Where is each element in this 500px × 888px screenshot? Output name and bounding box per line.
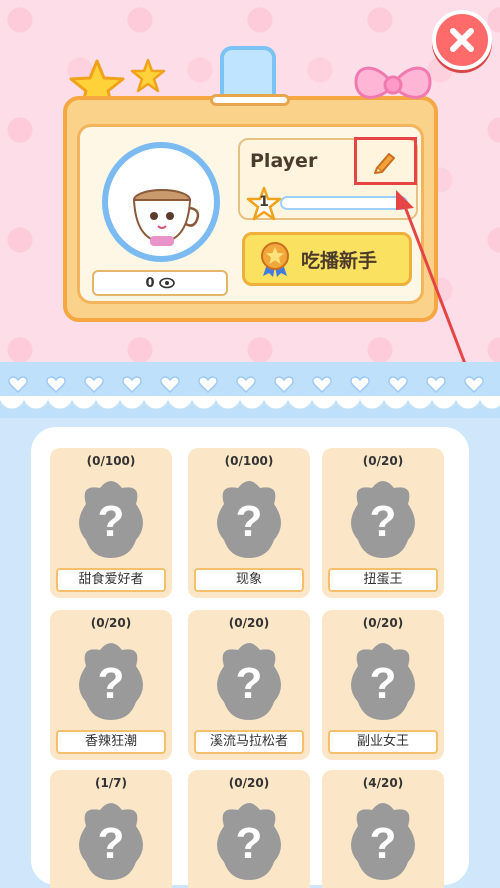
svg-text:?: ? [236,819,263,868]
achievement-progress: (0/20) [228,616,270,630]
achievement-card[interactable]: (4/20)? [322,770,444,888]
title-button[interactable]: 吃播新手 [242,232,412,286]
lace-heart [198,376,218,394]
svg-text:?: ? [98,497,125,546]
achievement-name: 香辣狂潮 [56,730,166,754]
lace-heart [46,376,66,394]
avatar [132,189,200,246]
lace-heart [160,376,180,394]
pink-bow-icon [354,66,432,99]
lace-heart [274,376,294,394]
achievement-card[interactable]: (0/100)? 现象 [188,448,310,598]
lace-heart [426,376,446,394]
achievement-card[interactable]: (0/20)? 扭蛋王 [322,448,444,598]
achievement-card[interactable]: (0/100)? 甜食爱好者 [50,448,172,598]
achievement-progress: (0/100) [86,454,136,468]
edit-name-button[interactable] [354,137,417,185]
lace-heart [464,376,484,394]
achievement-name: 甜食爱好者 [56,568,166,592]
pencil-icon [373,153,395,174]
locked-achievement-icon: ? [351,481,415,558]
lace-scallop [0,396,500,420]
achievement-progress: (0/100) [224,454,274,468]
lace-heart [122,376,142,394]
close-button[interactable] [432,10,492,70]
lace-heart [8,376,28,394]
achievement-progress: (0/20) [228,776,270,790]
achievement-progress: (0/20) [362,616,404,630]
locked-achievement-icon: ? [79,803,143,880]
svg-text:?: ? [370,659,397,708]
title-label: 吃播新手 [301,249,378,272]
lace-heart [236,376,256,394]
gold-star-small-icon [130,58,166,93]
achievement-progress: (0/20) [362,454,404,468]
locked-achievement-icon: ? [351,643,415,720]
lace-heart [388,376,408,394]
view-count-value: 0 [145,275,155,291]
eye-icon [158,277,175,289]
level-number: 1 [259,194,269,210]
achievement-name: 副业女王 [328,730,438,754]
locked-achievement-icon: ? [217,481,281,558]
card-clip-bar [210,94,290,106]
close-icon [450,28,474,52]
achievement-name: 溪流马拉松者 [194,730,304,754]
locked-achievement-icon: ? [217,803,281,880]
locked-achievement-icon: ? [79,643,143,720]
svg-text:?: ? [98,659,125,708]
achievement-card[interactable]: (1/7)? [50,770,172,888]
achievement-name: 现象 [194,568,304,592]
svg-text:?: ? [370,497,397,546]
player-name: Player [250,150,318,172]
locked-achievement-icon: ? [79,481,143,558]
locked-achievement-icon: ? [351,803,415,880]
achievement-progress: (1/7) [94,776,128,790]
achievement-card[interactable]: (0/20)? 香辣狂潮 [50,610,172,760]
achievement-card[interactable]: (0/20)? 副业女王 [322,610,444,760]
medal-icon [261,242,289,277]
achievement-card[interactable]: (0/20)? [188,770,310,888]
level-progress-bar [280,196,408,210]
achievement-card[interactable]: (0/20)? 溪流马拉松者 [188,610,310,760]
lace-heart [84,376,104,394]
locked-achievement-icon: ? [217,643,281,720]
achievement-name: 扭蛋王 [328,568,438,592]
lace-heart [350,376,370,394]
tutorial-arrow [396,190,474,383]
svg-text:?: ? [236,659,263,708]
lace-heart [312,376,332,394]
svg-text:?: ? [98,819,125,868]
svg-text:?: ? [236,497,263,546]
achievement-progress: (4/20) [362,776,404,790]
view-count: 0 [92,270,228,296]
achievement-progress: (0/20) [90,616,132,630]
svg-text:?: ? [370,819,397,868]
lace-hearts [8,376,484,394]
